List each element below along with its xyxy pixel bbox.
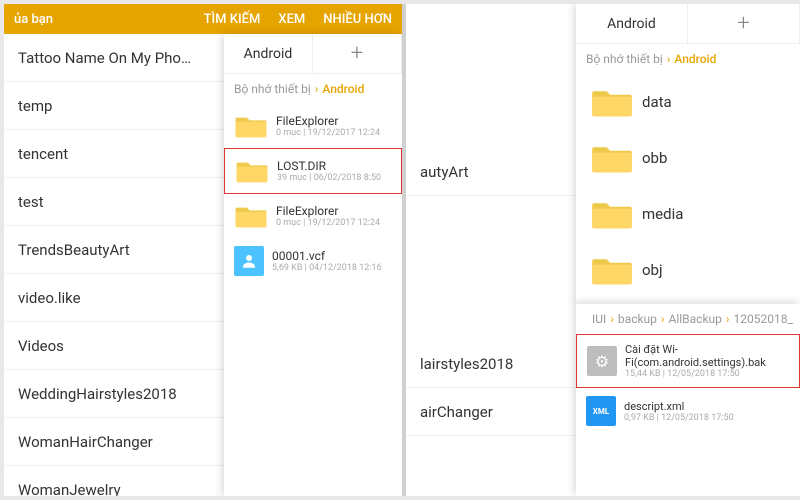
list-item[interactable]: lairstyles2018 (406, 340, 576, 388)
folder-list[interactable]: Tattoo Name On My Pho… temp tencent test… (4, 34, 224, 496)
folder-icon (235, 157, 269, 185)
file-item[interactable]: FileExplorer0 mục | 19/12/2017 12:24 (224, 194, 402, 238)
list-item[interactable]: video.like (4, 274, 224, 322)
list-item[interactable]: Videos (4, 322, 224, 370)
list-item[interactable]: WomanHairChanger (4, 418, 224, 466)
folder-name: media (642, 205, 683, 223)
list-item[interactable]: TrendsBeautyArt (4, 226, 224, 274)
breadcrumb-root[interactable]: Bộ nhớ thiết bị (234, 82, 311, 96)
background-list: autyArt lairstyles2018 airChanger (406, 4, 576, 496)
list-item[interactable]: Tattoo Name On My Pho… (4, 34, 224, 82)
folder-icon (590, 84, 634, 120)
file-item[interactable]: FileExplorer0 mục | 19/12/2017 12:24 (224, 104, 402, 148)
file-item[interactable]: XML descript.xml0,97 KB | 12/05/2018 17:5… (576, 388, 800, 434)
folder-name: obb (642, 149, 667, 167)
tab-add[interactable]: + (313, 34, 402, 73)
tab-row: Android + (576, 4, 800, 44)
header-title: ủa bạn (14, 12, 53, 27)
folder-icon (234, 112, 268, 140)
folder-icon (590, 252, 634, 288)
breadcrumb[interactable]: Bộ nhớ thiết bị › Android (224, 74, 402, 104)
folder-item[interactable]: data (576, 74, 800, 130)
tab-android[interactable]: Android (576, 4, 688, 43)
detail-panel: Android + Bộ nhớ thiết bị › Android File… (224, 34, 402, 496)
file-item[interactable]: ⚙ Cài đặt Wi-Fi(com.android.settings).bak… (576, 334, 800, 388)
folder-item[interactable]: obb (576, 130, 800, 186)
chevron-icon: › (667, 52, 671, 66)
folder-item[interactable]: obj (576, 242, 800, 298)
more-action[interactable]: NHIỀU HƠN (323, 12, 392, 27)
list-item[interactable]: airChanger (406, 388, 576, 436)
right-screenshot: autyArt lairstyles2018 airChanger Androi… (406, 4, 800, 496)
file-meta: 0 mục | 19/12/2017 12:24 (276, 218, 380, 228)
folder-item[interactable]: media (576, 186, 800, 242)
breadcrumb-current: Android (322, 82, 364, 96)
breadcrumb-root[interactable]: Bộ nhớ thiết bị (586, 52, 663, 66)
folder-icon (234, 202, 268, 230)
file-item[interactable]: LOST.DIR39 mục | 06/02/2018 8:50 (224, 148, 402, 194)
breadcrumb[interactable]: Bộ nhớ thiết bị › Android (576, 44, 800, 74)
view-action[interactable]: XEM (278, 12, 305, 27)
app-header: ủa bạn TÌM KIẾM XEM NHIỀU HƠN (4, 4, 402, 34)
header-actions: TÌM KIẾM XEM NHIỀU HƠN (204, 12, 392, 27)
android-panel: Android + Bộ nhớ thiết bị › Android data… (576, 4, 800, 304)
list-item[interactable]: autyArt (406, 148, 576, 196)
file-name: FileExplorer (276, 204, 380, 218)
file-name: descript.xml (624, 400, 734, 413)
file-meta: 39 mục | 06/02/2018 8:50 (277, 173, 381, 183)
list-item[interactable]: WomanJewelry (4, 466, 224, 496)
tab-android[interactable]: Android (224, 34, 313, 73)
file-meta: 5,69 KB | 04/12/2018 12:16 (272, 263, 382, 273)
chevron-icon: › (610, 312, 614, 326)
search-action[interactable]: TÌM KIẾM (204, 12, 261, 27)
left-screenshot: ủa bạn TÌM KIẾM XEM NHIỀU HƠN Tattoo Nam… (4, 4, 402, 496)
list-item[interactable]: temp (4, 82, 224, 130)
folder-icon (590, 140, 634, 176)
breadcrumb-part[interactable]: backup (618, 312, 657, 326)
list-item[interactable]: test (4, 178, 224, 226)
file-meta: 15,44 KB | 12/05/2018 17:50 (625, 369, 789, 379)
breadcrumb-part[interactable]: 12052018_ (734, 312, 793, 326)
folder-icon (590, 196, 634, 232)
breadcrumb-current: Android (674, 52, 716, 66)
list-item[interactable]: tencent (4, 130, 224, 178)
breadcrumb[interactable]: IUI › backup › AllBackup › 12052018_ (576, 304, 800, 334)
file-name: Cài đặt Wi-Fi(com.android.settings).bak (625, 343, 789, 369)
breadcrumb-part[interactable]: IUI (592, 312, 606, 326)
tab-add[interactable]: + (688, 4, 800, 43)
folder-name: data (642, 93, 672, 111)
file-item[interactable]: 00001.vcf5,69 KB | 04/12/2018 12:16 (224, 238, 402, 284)
xml-icon: XML (586, 396, 616, 426)
folder-name: obj (642, 261, 663, 279)
file-meta: 0,97 KB | 12/05/2018 17:50 (624, 413, 734, 423)
gear-icon: ⚙ (587, 346, 617, 376)
file-meta: 0 mục | 19/12/2017 12:24 (276, 128, 380, 138)
chevron-icon: › (315, 82, 319, 96)
file-name: 00001.vcf (272, 249, 382, 263)
tab-row: Android + (224, 34, 402, 74)
file-name: FileExplorer (276, 114, 380, 128)
chevron-icon: › (661, 312, 665, 326)
chevron-icon: › (726, 312, 730, 326)
breadcrumb-part[interactable]: AllBackup (669, 312, 722, 326)
backup-panel: IUI › backup › AllBackup › 12052018_ ⚙ Cài đ… (576, 304, 800, 496)
file-name: LOST.DIR (277, 159, 381, 173)
list-item[interactable]: WeddingHairstyles2018 (4, 370, 224, 418)
contact-icon (234, 246, 264, 276)
